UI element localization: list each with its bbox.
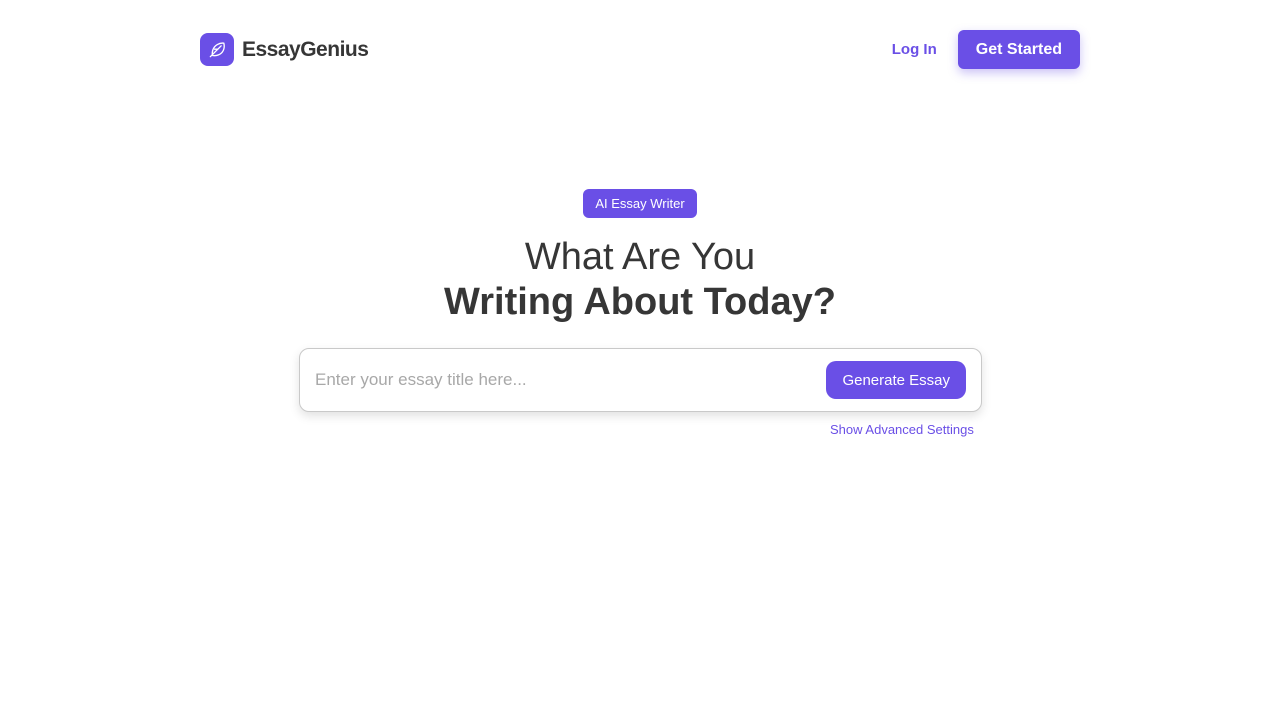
login-link[interactable]: Log In	[892, 41, 937, 58]
get-started-button[interactable]: Get Started	[957, 30, 1080, 69]
generate-essay-button[interactable]: Generate Essay	[826, 361, 966, 399]
page: EssayGenius Log In Get Started AI Essay …	[0, 0, 1280, 720]
hero: AI Essay Writer What Are You Writing Abo…	[0, 189, 1280, 325]
site-header: EssayGenius Log In Get Started	[200, 30, 1080, 69]
hero-title-line1: What Are You	[524, 236, 756, 278]
essay-title-input[interactable]	[315, 360, 827, 400]
feather-icon	[200, 33, 234, 66]
brand-name: EssayGenius	[242, 37, 369, 61]
hero-badge: AI Essay Writer	[583, 189, 697, 218]
hero-title-line2: Writing About Today?	[444, 281, 836, 323]
essay-search-box: Generate Essay	[299, 348, 982, 412]
show-advanced-settings-link[interactable]: Show Advanced Settings	[830, 422, 974, 437]
brand[interactable]: EssayGenius	[200, 33, 369, 66]
header-nav: Log In Get Started	[892, 30, 1080, 69]
